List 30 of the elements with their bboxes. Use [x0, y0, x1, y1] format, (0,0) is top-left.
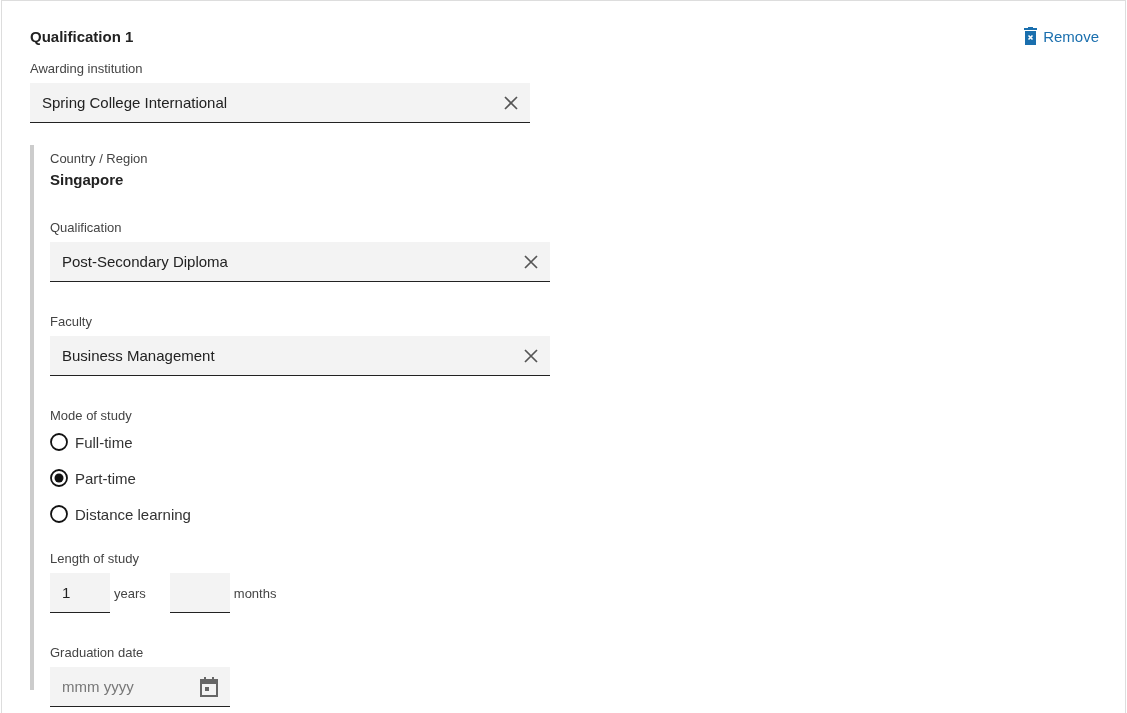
text-input[interactable]: Business Management — [62, 347, 462, 364]
text-field[interactable]: Post-Secondary Diploma — [50, 242, 550, 282]
years-field[interactable]: 1 — [50, 573, 110, 613]
field-label: Mode of study — [50, 408, 133, 423]
clear-icon[interactable] — [504, 95, 518, 110]
trash-icon — [1024, 27, 1038, 45]
clear-icon[interactable] — [524, 348, 538, 363]
clear-icon[interactable] — [524, 254, 538, 269]
unit-label: months — [233, 585, 277, 601]
date-field[interactable]: mmm yyyy — [50, 667, 230, 707]
radio-option[interactable]: Full-time — [50, 433, 1099, 451]
unit-label: years — [114, 585, 146, 601]
calendar-icon[interactable] — [200, 676, 218, 697]
field-label: Qualification — [50, 220, 123, 235]
field-label: Awarding institution — [30, 61, 144, 76]
radio-option[interactable]: Distance learning — [50, 505, 1099, 523]
field-label: Length of study — [50, 551, 140, 566]
field-label: Country / Region — [50, 151, 149, 166]
text-field[interactable]: Business Management — [50, 336, 550, 376]
field-label: Graduation date — [50, 645, 145, 660]
date-input[interactable]: mmm yyyy — [62, 678, 182, 695]
text-field[interactable]: Spring College International — [30, 83, 530, 123]
country-value: Singapore — [50, 171, 125, 188]
text-input[interactable]: Post-Secondary Diploma — [62, 253, 462, 270]
remove-button[interactable]: Remove — [1024, 27, 1099, 45]
section-title: Qualification 1 — [30, 27, 134, 45]
months-field[interactable] — [169, 573, 230, 613]
text-input[interactable]: Spring College International — [42, 94, 442, 111]
field-label: Faculty — [50, 314, 93, 329]
radio-option[interactable]: Part-time — [50, 469, 1099, 487]
